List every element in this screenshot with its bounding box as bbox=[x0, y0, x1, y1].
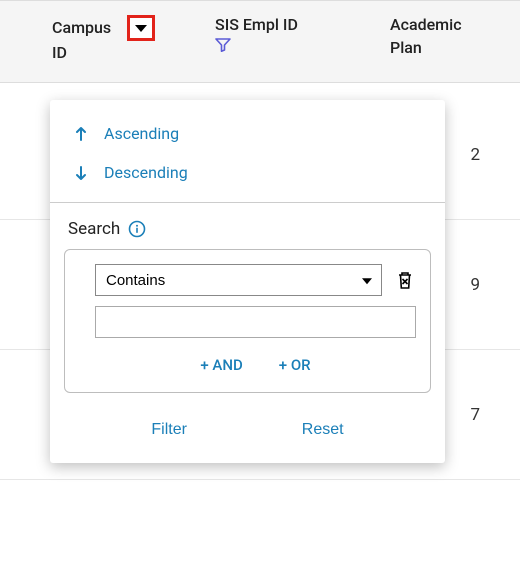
trash-x-icon bbox=[396, 270, 414, 290]
clear-filter-button[interactable] bbox=[394, 269, 416, 291]
column-label: Academic bbox=[390, 15, 520, 36]
filter-button[interactable]: Filter bbox=[141, 415, 197, 445]
add-or-button[interactable]: + OR bbox=[279, 356, 311, 374]
caret-down-icon bbox=[135, 25, 147, 32]
column-menu-popup: Ascending Descending Search Contains bbox=[50, 100, 445, 463]
add-and-button[interactable]: + AND bbox=[200, 356, 242, 374]
column-label: ID bbox=[52, 43, 215, 64]
divider bbox=[50, 202, 445, 203]
filter-builder: Contains + AND + OR bbox=[64, 249, 431, 393]
filter-icon[interactable] bbox=[215, 38, 390, 52]
column-label: SIS Empl ID bbox=[215, 15, 390, 36]
arrow-down-icon bbox=[72, 165, 90, 181]
operator-select[interactable]: Contains bbox=[95, 264, 382, 296]
column-menu-trigger[interactable] bbox=[127, 15, 155, 41]
sort-label: Ascending bbox=[104, 124, 179, 143]
sort-ascending[interactable]: Ascending bbox=[50, 114, 445, 153]
column-label: Plan bbox=[390, 38, 520, 59]
column-header-academic-plan[interactable]: Academic Plan bbox=[390, 15, 520, 59]
filter-value-input[interactable] bbox=[95, 306, 416, 338]
column-header-campus-id[interactable]: Campus ID bbox=[0, 15, 215, 64]
sort-descending[interactable]: Descending bbox=[50, 153, 445, 192]
sort-label: Descending bbox=[104, 163, 188, 182]
info-icon[interactable] bbox=[128, 220, 146, 238]
column-label: Campus bbox=[52, 18, 111, 39]
search-label: Search bbox=[68, 219, 120, 239]
column-header-sis-empl-id[interactable]: SIS Empl ID bbox=[215, 15, 390, 52]
reset-button[interactable]: Reset bbox=[292, 415, 354, 445]
arrow-up-icon bbox=[72, 126, 90, 142]
table-header: Campus ID SIS Empl ID Academic Plan bbox=[0, 0, 520, 83]
